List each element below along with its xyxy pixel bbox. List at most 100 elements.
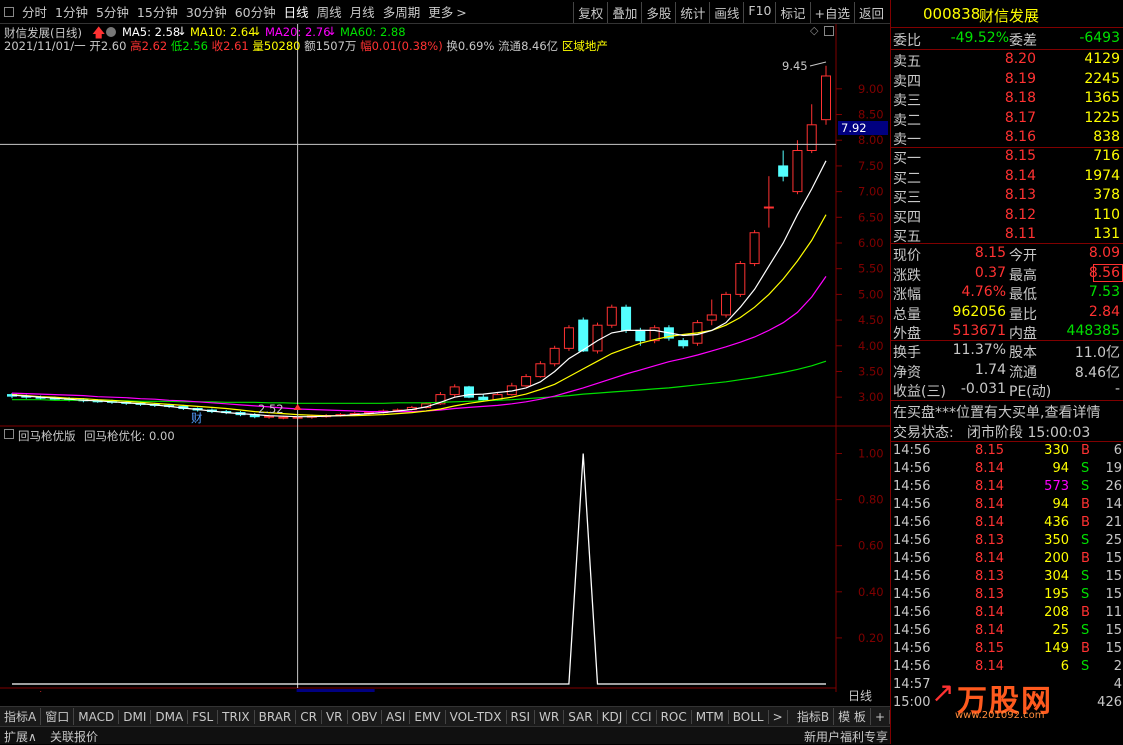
kline-chart-svg[interactable]: 9.00 8.50 8.00 7.50 7.00 6.50 6.00 5.50 5.00 4.50… xyxy=(0,24,890,692)
candle[interactable] xyxy=(606,304,617,328)
indicator-tab-8[interactable]: CR xyxy=(296,709,322,724)
tick-side: B xyxy=(1081,497,1090,512)
candle[interactable] xyxy=(735,260,746,297)
stat-row-cell: 513671 xyxy=(952,323,1006,339)
period-tab-1[interactable]: 1分钟 xyxy=(51,2,92,21)
indicator-tab-13[interactable]: VOL-TDX xyxy=(446,709,507,724)
tick-count: 15 xyxy=(1105,623,1122,638)
indicator-b-tab-0[interactable]: 指标B xyxy=(793,708,835,725)
indicator-tab-19[interactable]: ROC xyxy=(657,709,692,724)
toolbar-button-3[interactable]: 统计 xyxy=(675,2,709,23)
stat-row-cell: 总量 xyxy=(893,306,921,323)
toolbar-button-1[interactable]: 叠加 xyxy=(607,2,641,23)
period-tab-2[interactable]: 5分钟 xyxy=(92,2,133,21)
indicator-tab-10[interactable]: OBV xyxy=(348,709,383,724)
period-tab-8[interactable]: 月线 xyxy=(346,2,379,21)
toolbar-button-6[interactable]: 标记 xyxy=(775,2,809,23)
indicator-tab-12[interactable]: EMV xyxy=(410,709,446,724)
candle[interactable] xyxy=(535,361,546,378)
indicator-b-tab-2[interactable]: + xyxy=(871,709,890,724)
indicator-tab-21[interactable]: BOLL xyxy=(729,709,769,724)
period-tab-5[interactable]: 60分钟 xyxy=(231,2,280,21)
tick-count: 15 xyxy=(1105,569,1122,584)
period-tab-7[interactable]: 周线 xyxy=(313,2,346,21)
candle[interactable] xyxy=(563,325,574,351)
indicator-tab-15[interactable]: WR xyxy=(535,709,565,724)
period-tab-10[interactable]: 更多 > xyxy=(424,2,471,21)
chart-area[interactable]: 9.00 8.50 8.00 7.50 7.00 6.50 6.00 5.50 5.00 4.50… xyxy=(0,24,890,692)
tick-volume: 436 xyxy=(1044,515,1069,530)
expand-button[interactable]: 扩展∧ xyxy=(4,728,37,745)
toolbar-button-5[interactable]: F10 xyxy=(743,2,775,23)
indicator-tab-9[interactable]: VR xyxy=(322,709,348,724)
period-tab-3[interactable]: 15分钟 xyxy=(133,2,182,21)
fin-row-cell: 11.0亿 xyxy=(1074,345,1120,361)
diamond-icon[interactable]: ◇ xyxy=(810,24,818,37)
promo-link[interactable]: 新用户福利专享 xyxy=(804,728,888,745)
tick-time: 14:56 xyxy=(893,497,931,512)
indicator-tab-17[interactable]: KDJ xyxy=(598,709,628,724)
stat-row-cell: 涨跌 xyxy=(893,267,921,284)
period-tab-0[interactable]: 分时 xyxy=(18,2,51,21)
indicator-tab-3[interactable]: DMI xyxy=(119,709,152,724)
fin-row-cell: 换手 xyxy=(893,345,921,361)
ask-row-cell: 8.20 xyxy=(1004,51,1036,67)
period-tab-9[interactable]: 多周期 xyxy=(379,2,425,21)
tick-price: 8.15 xyxy=(975,443,1004,458)
tick-volume: 94 xyxy=(1052,461,1069,476)
indicator-settings-icon[interactable] xyxy=(4,429,14,439)
cai-badge[interactable]: 财 xyxy=(191,410,203,426)
ask-row-cell: 卖四 xyxy=(893,73,921,90)
settings-dot-icon[interactable] xyxy=(106,27,116,37)
toolbar-button-4[interactable]: 画线 xyxy=(709,2,743,23)
period-tab-6[interactable]: 日线 xyxy=(280,2,313,21)
candle[interactable] xyxy=(621,304,632,333)
indicator-tab-11[interactable]: ASI xyxy=(382,709,411,724)
ask-row: 卖五 8.20 4129 xyxy=(891,51,1123,70)
candle[interactable] xyxy=(749,230,760,267)
toolbar-button-2[interactable]: 多股 xyxy=(641,2,675,23)
high-marker: 9.45 xyxy=(782,59,808,73)
candle[interactable] xyxy=(721,291,732,318)
indicator-tab-20[interactable]: MTM xyxy=(692,709,729,724)
tick-count: 15 xyxy=(1105,587,1122,602)
indicator-tab-1[interactable]: 窗口 xyxy=(41,708,75,725)
tick-price: 8.13 xyxy=(975,569,1004,584)
indicator-name: 回马枪优版 xyxy=(18,429,76,443)
ask-row-cell: 卖五 xyxy=(893,54,921,70)
more-tabs-button[interactable]: > xyxy=(769,709,788,724)
indicator-tab-5[interactable]: FSL xyxy=(188,709,219,724)
stat-row-cell: 0.37 xyxy=(974,264,1006,281)
indicator-tab-14[interactable]: RSI xyxy=(507,709,536,724)
candle[interactable] xyxy=(463,385,474,399)
tick-volume: 195 xyxy=(1044,587,1069,602)
indicator-y-tick-label: 1.00 xyxy=(858,447,884,461)
toolbar-button-7[interactable]: +自选 xyxy=(809,2,854,23)
toolbar-button-0[interactable]: 复权 xyxy=(573,2,607,23)
toolbar-right-buttons: 复权 叠加 多股 统计 画线 F10 标记 +自选 返回 xyxy=(573,2,888,23)
low-marker: 2.52 xyxy=(258,402,284,416)
toolbar-button-8[interactable]: 返回 xyxy=(853,2,888,23)
maximize-icon[interactable] xyxy=(824,26,834,36)
indicator-tab-2[interactable]: MACD xyxy=(74,709,120,724)
indicator-tab-4[interactable]: DMA xyxy=(151,709,189,724)
tick-count: 25 xyxy=(1105,533,1122,548)
period-tab-4[interactable]: 30分钟 xyxy=(182,2,231,21)
tick-row: 14:56 8.14 25 S 15 xyxy=(891,623,1123,641)
indicator-tab-6[interactable]: TRIX xyxy=(218,709,255,724)
tick-side: S xyxy=(1081,533,1090,548)
tick-row: 14:56 8.14 6 S 2 xyxy=(891,659,1123,677)
candle[interactable] xyxy=(549,345,560,367)
related-quote-button[interactable]: 关联报价 xyxy=(50,728,98,745)
ask-row-cell: 8.18 xyxy=(1004,90,1036,106)
candle[interactable] xyxy=(592,322,603,354)
tick-volume: 149 xyxy=(1044,641,1069,656)
indicator-tab-16[interactable]: SAR xyxy=(564,709,598,724)
divider xyxy=(891,243,1123,244)
indicator-tab-7[interactable]: BRAR xyxy=(255,709,297,724)
indicator-b-tab-1[interactable]: 模 板 xyxy=(834,708,871,725)
candle[interactable] xyxy=(578,317,589,352)
indicator-tab-0[interactable]: 指标A xyxy=(0,708,42,725)
bid-row: 买一 8.15 716 xyxy=(891,148,1123,167)
indicator-tab-18[interactable]: CCI xyxy=(627,709,657,724)
